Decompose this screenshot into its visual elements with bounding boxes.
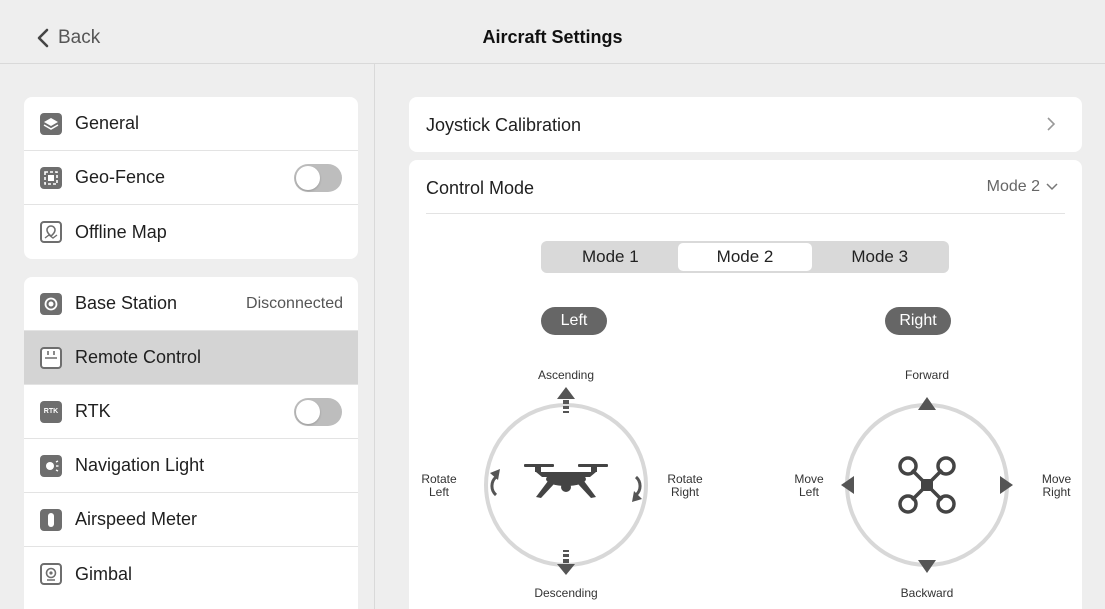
joystick-calibration-label: Joystick Calibration bbox=[426, 115, 582, 135]
right-stick-label: Right bbox=[885, 307, 951, 335]
sidebar-item-airspeed-meter[interactable]: Airspeed Meter bbox=[24, 493, 358, 547]
sidebar-item-offline-map[interactable]: Offline Map bbox=[24, 205, 358, 259]
sidebar-item-remote-control[interactable]: Remote Control bbox=[24, 331, 358, 385]
toggle-knob bbox=[296, 166, 320, 190]
sidebar-item-gimbal[interactable]: Gimbal bbox=[24, 547, 358, 601]
move-right-label: Move Right bbox=[1034, 473, 1079, 499]
sidebar-item-label: Navigation Light bbox=[75, 455, 205, 475]
joystick-calibration-row[interactable]: Joystick Calibration bbox=[409, 97, 1082, 152]
connection-status: Disconnected bbox=[246, 294, 343, 312]
sidebar-item-rtk[interactable]: RTK RTK bbox=[24, 385, 358, 439]
toggle-knob bbox=[296, 400, 320, 424]
ascending-label: Ascending bbox=[537, 368, 595, 382]
drone-body bbox=[921, 479, 933, 491]
mode-3-tab[interactable]: Mode 3 bbox=[812, 243, 947, 271]
geo-fence-toggle[interactable] bbox=[294, 164, 342, 192]
layers-icon bbox=[40, 112, 62, 135]
sidebar-item-base-station[interactable]: Base Station Disconnected bbox=[24, 277, 358, 331]
move-left-label-line2: Left bbox=[798, 485, 819, 499]
sidebar-item-label: Airspeed Meter bbox=[75, 509, 198, 529]
mode-segmented-control: Mode 1 Mode 2 Mode 3 bbox=[541, 241, 949, 273]
rotate-right-label: Rotate Right bbox=[660, 473, 710, 499]
sidebar-item-geo-fence[interactable]: Geo-Fence bbox=[24, 151, 358, 205]
up-arrow-icon bbox=[557, 387, 575, 413]
drone-side-icon bbox=[524, 464, 608, 498]
chevron-right-icon bbox=[1047, 117, 1056, 131]
airspeed-meter-icon bbox=[40, 508, 62, 531]
sidebar-item-label: Offline Map bbox=[75, 221, 167, 242]
control-mode-value: Mode 2 bbox=[986, 178, 1040, 195]
sidebar-item-label: Gimbal bbox=[75, 563, 133, 584]
rotate-right-label-line2: Right bbox=[670, 485, 699, 499]
mode-1-tab[interactable]: Mode 1 bbox=[543, 243, 678, 271]
sidebar-group-devices: Base Station Disconnected Remote Control… bbox=[24, 277, 358, 609]
move-left-label: Move Left bbox=[784, 473, 834, 499]
sidebar-item-label: Geo-Fence bbox=[75, 167, 166, 187]
rtk-icon: RTK bbox=[40, 400, 62, 423]
gimbal-icon bbox=[40, 563, 62, 585]
remote-control-icon bbox=[40, 346, 62, 369]
control-mode-dropdown[interactable]: Mode 2 bbox=[987, 178, 1058, 196]
rotate-left-label-line2: Left bbox=[428, 485, 449, 499]
left-stick-diagram: Ascending Descending Rotate Left Rotate … bbox=[421, 368, 760, 609]
sidebar-item-navigation-light[interactable]: Navigation Light bbox=[24, 439, 358, 493]
rotate-left-label: Rotate Left bbox=[414, 473, 464, 499]
forward-label: Forward bbox=[904, 368, 949, 382]
sidebar-group-general: General Geo-Fence Offline Map bbox=[24, 97, 358, 259]
base-station-icon bbox=[40, 292, 62, 315]
panel-divider bbox=[374, 64, 375, 609]
move-right-label-line2: Right bbox=[1042, 485, 1071, 499]
sidebar-item-label: General bbox=[75, 113, 140, 133]
rotate-right-icon bbox=[634, 475, 642, 497]
rotate-left-icon bbox=[490, 475, 498, 497]
rtk-toggle[interactable] bbox=[294, 398, 342, 426]
chevron-down-icon bbox=[1046, 183, 1058, 191]
geofence-icon bbox=[40, 166, 62, 189]
right-stick-diagram: Forward Backward Move Left Move Right bbox=[772, 369, 1082, 609]
top-bar: Back Aircraft Settings bbox=[0, 0, 1105, 64]
rtk-icon-text: RTK bbox=[43, 408, 59, 415]
mode-2-tab[interactable]: Mode 2 bbox=[677, 243, 813, 271]
map-icon bbox=[40, 221, 62, 243]
down-arrow-icon bbox=[557, 550, 575, 575]
left-stick-label: Left bbox=[541, 307, 607, 335]
page-title: Aircraft Settings bbox=[482, 27, 623, 47]
sidebar-item-label: Base Station bbox=[75, 293, 178, 313]
divider bbox=[426, 213, 1065, 214]
left-stick-graphic bbox=[484, 387, 648, 575]
navigation-light-icon bbox=[40, 454, 62, 477]
control-mode-card: Control Mode Mode 2 Mode 1 Mode 2 Mode 3… bbox=[409, 160, 1082, 609]
descending-label: Descending bbox=[534, 586, 598, 600]
backward-label: Backward bbox=[900, 586, 954, 600]
control-mode-label: Control Mode bbox=[426, 178, 535, 198]
sidebar-item-label: Remote Control bbox=[75, 347, 202, 367]
sidebar-item-label: RTK bbox=[75, 401, 111, 421]
sidebar-item-general[interactable]: General bbox=[24, 97, 358, 151]
